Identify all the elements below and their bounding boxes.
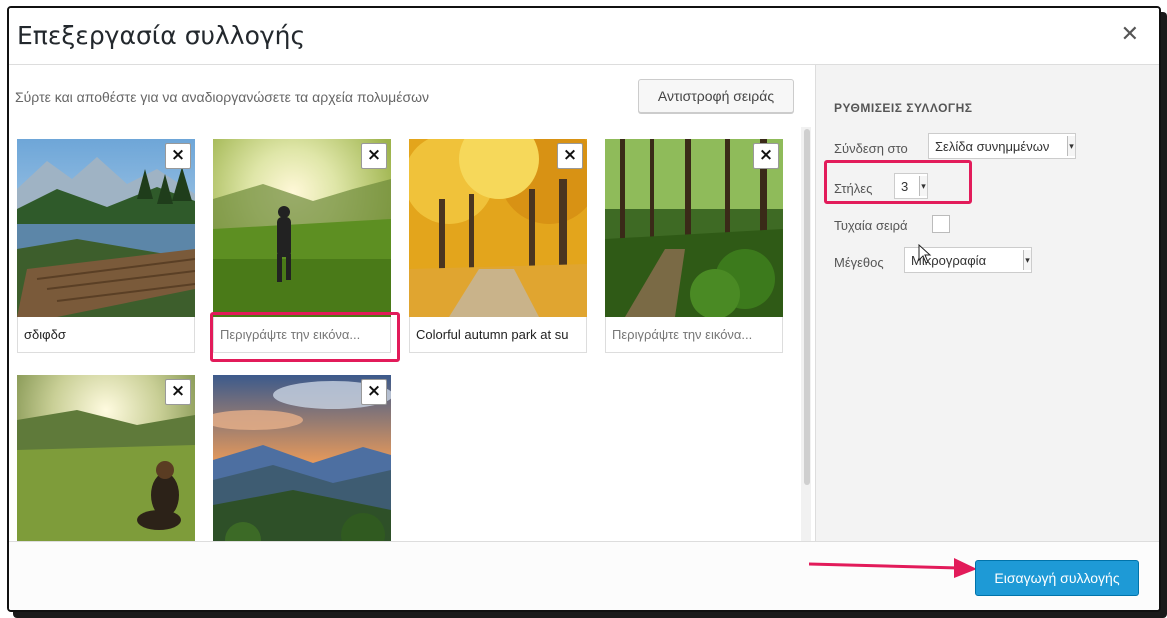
reverse-order-button[interactable]: Αντιστροφή σειράς [638, 79, 794, 113]
link-to-label: Σύνδεση στο [834, 141, 908, 156]
gallery-image-lake[interactable]: × [17, 139, 195, 317]
gallery-image-autumn-park[interactable]: × [409, 139, 587, 317]
edit-gallery-dialog: Επεξεργασία συλλογής ✕ Σύρτε και αποθέστ… [7, 6, 1161, 612]
gallery-item[interactable]: × [17, 375, 195, 541]
insert-gallery-button[interactable]: Εισαγωγή συλλογής [975, 560, 1139, 596]
remove-item-icon[interactable]: × [361, 379, 387, 405]
random-order-checkbox[interactable] [932, 215, 950, 233]
remove-item-icon[interactable]: × [557, 143, 583, 169]
remove-item-icon[interactable]: × [361, 143, 387, 169]
settings-title: ΡΥΘΜΙΣΕΙΣ ΣΥΛΛΟΓΗΣ [834, 101, 973, 115]
chevron-down-icon: ▾ [1067, 136, 1075, 156]
remove-item-icon[interactable]: × [753, 143, 779, 169]
remove-item-icon[interactable]: × [165, 379, 191, 405]
gallery-panel: Σύρτε και αποθέστε για να αναδιοργανώσετ… [9, 65, 815, 541]
columns-highlight [824, 160, 972, 204]
close-icon[interactable]: ✕ [1121, 22, 1139, 47]
gallery-image-mountain-valley[interactable]: × [213, 375, 391, 541]
caption-highlight [210, 312, 400, 362]
drag-instructions: Σύρτε και αποθέστε για να αναδιοργανώσετ… [15, 89, 430, 105]
gallery-item[interactable]: × [213, 375, 391, 541]
dialog-footer: Εισαγωγή συλλογής [9, 541, 1159, 610]
gallery-item[interactable]: × σδιφδσ [17, 139, 195, 353]
image-caption[interactable]: σδιφδσ [17, 317, 195, 353]
gallery-image-woman-sitting[interactable]: × [17, 375, 195, 541]
link-to-value: Σελίδα συνημμένων [935, 139, 1050, 154]
link-to-select[interactable]: Σελίδα συνημμένων ▾ [928, 133, 1076, 159]
gallery-item[interactable]: × Περιγράψτε την εικόνα... [605, 139, 783, 353]
gallery-item[interactable]: × Colorful autumn park at su [409, 139, 587, 353]
scrollbar-thumb[interactable] [804, 129, 810, 485]
dialog-header: Επεξεργασία συλλογής ✕ [9, 8, 1159, 65]
gallery-settings-panel: ΡΥΘΜΙΣΕΙΣ ΣΥΛΛΟΓΗΣ Σύνδεση στο Σελίδα συ… [815, 65, 1159, 541]
gallery-image-forest-path[interactable]: × [605, 139, 783, 317]
random-order-label: Τυχαία σειρά [834, 218, 908, 233]
image-caption[interactable]: Περιγράψτε την εικόνα... [605, 317, 783, 353]
arrow-annotation-icon [809, 558, 977, 578]
chevron-down-icon: ▾ [1023, 250, 1031, 270]
remove-item-icon[interactable]: × [165, 143, 191, 169]
size-label: Μέγεθος [834, 255, 884, 270]
mouse-cursor-icon [918, 244, 932, 264]
dialog-title: Επεξεργασία συλλογής [17, 21, 306, 50]
image-caption[interactable]: Colorful autumn park at su [409, 317, 587, 353]
gallery-image-man-walking[interactable]: × [213, 139, 391, 317]
